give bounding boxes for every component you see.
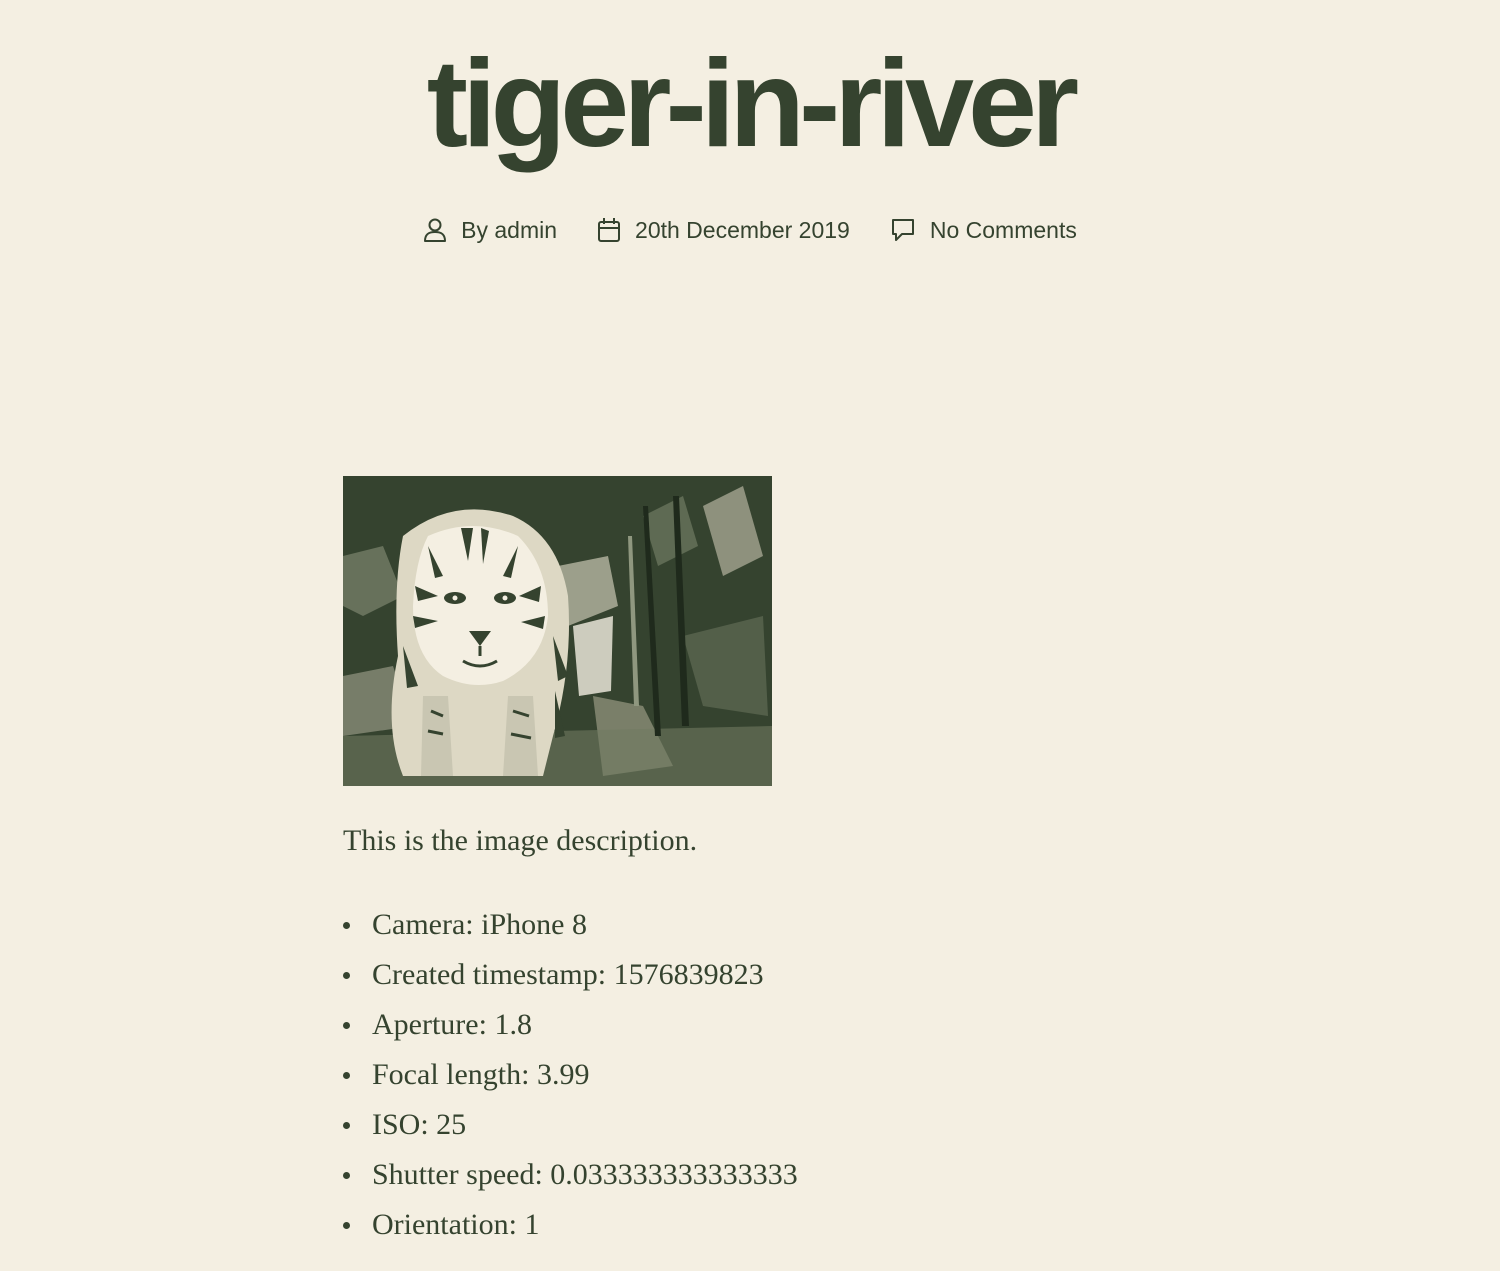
list-bullet [343, 972, 350, 979]
calendar-icon [597, 217, 621, 243]
list-bullet [343, 1022, 350, 1029]
post-author: By admin [423, 217, 557, 244]
author-link[interactable]: By admin [461, 217, 557, 244]
exif-camera: Camera: iPhone 8 [343, 904, 798, 954]
exif-text: Camera: iPhone 8 [372, 908, 587, 941]
exif-iso: ISO: 25 [343, 1104, 798, 1154]
image-description: This is the image description. [343, 824, 698, 857]
post-title: tiger-in-river [426, 35, 1079, 173]
exif-aperture: Aperture: 1.8 [343, 1004, 798, 1054]
exif-text: Orientation: 1 [372, 1208, 540, 1241]
date-link[interactable]: 20th December 2019 [635, 217, 850, 244]
list-bullet [343, 1072, 350, 1079]
exif-text: Created timestamp: 1576839823 [372, 958, 764, 991]
exif-text: ISO: 25 [372, 1108, 467, 1141]
post-date: 20th December 2019 [597, 217, 850, 244]
list-bullet [343, 922, 350, 929]
exif-text: Focal length: 3.99 [372, 1058, 590, 1091]
post-meta: By admin 20th December 2019 No Comments [0, 210, 1500, 250]
user-icon [423, 217, 447, 243]
exif-focal-length: Focal length: 3.99 [343, 1054, 798, 1104]
list-bullet [343, 1172, 350, 1179]
post-image [343, 476, 772, 786]
exif-text: Aperture: 1.8 [372, 1008, 532, 1041]
exif-shutter-speed: Shutter speed: 0.033333333333333 [343, 1154, 798, 1204]
exif-created-timestamp: Created timestamp: 1576839823 [343, 954, 798, 1004]
comments-link[interactable]: No Comments [930, 217, 1077, 244]
exif-list: Camera: iPhone 8 Created timestamp: 1576… [343, 904, 798, 1254]
comment-bubble-icon [890, 217, 916, 243]
exif-orientation: Orientation: 1 [343, 1204, 798, 1254]
post-comments: No Comments [890, 217, 1077, 244]
exif-text: Shutter speed: 0.033333333333333 [372, 1158, 798, 1191]
list-bullet [343, 1222, 350, 1229]
list-bullet [343, 1122, 350, 1129]
